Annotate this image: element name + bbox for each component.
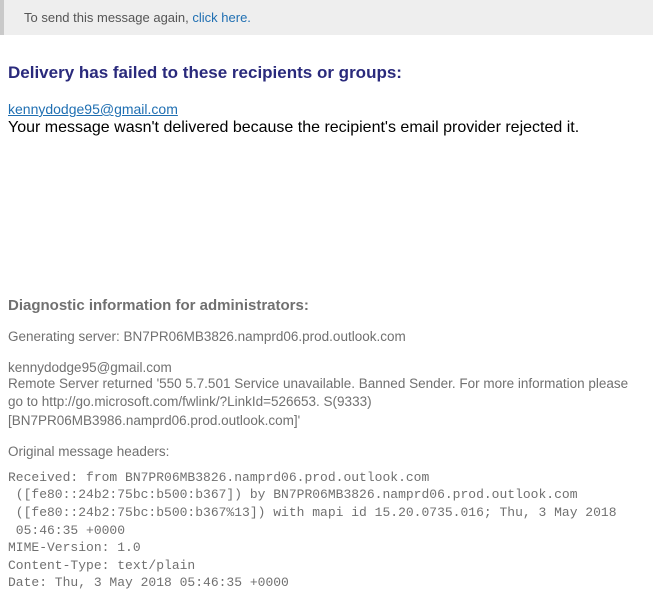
original-message-headers: Received: from BN7PR06MB3826.namprd06.pr…	[8, 469, 645, 592]
failure-reason-text: Your message wasn't delivered because th…	[8, 119, 645, 137]
resend-link[interactable]: click here.	[192, 10, 251, 25]
message-body: Delivery has failed to these recipients …	[0, 63, 653, 592]
remote-server-error: Remote Server returned '550 5.7.501 Serv…	[8, 375, 645, 430]
generating-server-line: Generating server: BN7PR06MB3826.namprd0…	[8, 328, 645, 346]
diagnostic-recipient-line: kennydodge95@gmail.com	[8, 360, 645, 375]
diagnostic-heading: Diagnostic information for administrator…	[8, 297, 645, 314]
resend-notice-bar: To send this message again, click here.	[0, 0, 653, 35]
spacer	[8, 137, 645, 297]
original-headers-label: Original message headers:	[8, 444, 645, 459]
resend-notice-text: To send this message again,	[24, 10, 192, 25]
delivery-failure-heading: Delivery has failed to these recipients …	[8, 63, 645, 83]
failed-recipient-email-link[interactable]: kennydodge95@gmail.com	[8, 101, 178, 117]
failed-recipient-block: kennydodge95@gmail.com Your message wasn…	[8, 101, 645, 137]
